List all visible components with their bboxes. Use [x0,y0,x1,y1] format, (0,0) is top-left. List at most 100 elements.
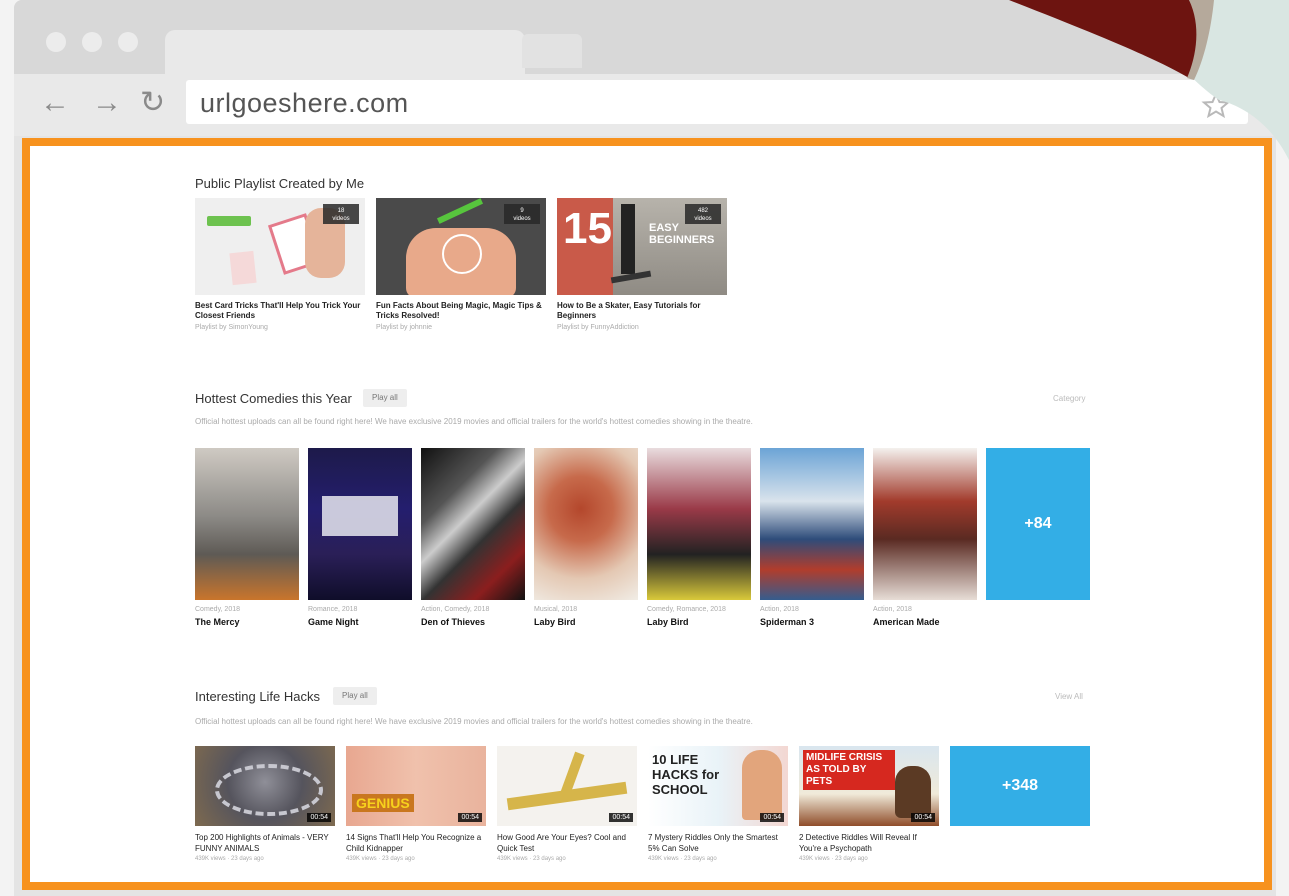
object-image [215,764,323,816]
maximize-window-dot[interactable] [118,32,138,52]
green-arrow-icon [436,198,484,224]
playlist-thumbnail[interactable]: 18 videos [195,198,365,295]
movie-card[interactable]: Musical, 2018 Laby Bird [534,448,638,627]
url-text[interactable]: urlgoeshere.com [200,86,409,120]
playlist-title[interactable]: How to Be a Skater, Easy Tutorials for B… [557,301,727,321]
play-all-button[interactable]: Play all [363,389,407,407]
playlist-author: Playlist by johnnie [376,324,433,331]
movie-poster[interactable] [534,448,638,600]
page-curl-decoration [1009,0,1289,160]
movie-poster[interactable] [760,448,864,600]
video-duration: 00:54 [911,813,935,822]
video-meta: 439K views · 23 days ago [497,856,566,862]
movie-card[interactable]: Action, Comedy, 2018 Den of Thieves [421,448,525,627]
playlist-thumbnail[interactable]: 15 EASY BEGINNERS 482 videos [557,198,727,295]
skater-image [621,204,635,274]
comedies-right-link[interactable]: Category [1053,394,1085,403]
video-meta: 439K views · 23 days ago [195,856,264,862]
movie-card[interactable]: Comedy, Romance, 2018 Laby Bird [647,448,751,627]
video-duration: 00:54 [760,813,784,822]
video-meta: 439K views · 23 days ago [648,856,717,862]
thumbnail-overlay-text: GENIUS [352,794,414,812]
circle-overlay [442,234,482,274]
green-tag [207,216,251,226]
movie-title[interactable]: Spiderman 3 [760,617,864,627]
back-arrow-icon[interactable]: ← [40,86,70,120]
playlist-thumbnail[interactable]: 9 videos [376,198,546,295]
active-tab[interactable] [165,30,525,74]
playlist-card[interactable]: 18 videos Best Card Tricks That'll Help Y… [195,198,365,331]
person-image [742,750,782,820]
hacks-section-title: Interesting Life Hacks [195,689,321,704]
movie-poster[interactable] [873,448,977,600]
hacks-right-link[interactable]: View All [1055,692,1083,701]
movie-card[interactable]: Action, 2018 Spiderman 3 [760,448,864,627]
overlay-number: 15 [563,204,612,253]
movie-title[interactable]: The Mercy [195,617,299,627]
movie-genre: Action, 2018 [873,606,912,613]
video-title[interactable]: 7 Mystery Riddles Only the Smartest 5% C… [648,832,788,854]
video-duration: 00:54 [609,813,633,822]
comedies-description: Official hottest uploads can all be foun… [195,417,753,426]
video-duration: 00:54 [458,813,482,822]
movie-title[interactable]: Den of Thieves [421,617,525,627]
close-window-dot[interactable] [46,32,66,52]
highlighted-content-frame: Public Playlist Created by Me 18 videos B… [22,138,1272,890]
more-movies-tile[interactable]: +84 [986,448,1090,600]
movie-genre: Action, 2018 [760,606,799,613]
playlist-card[interactable]: 15 EASY BEGINNERS 482 videos How to Be a … [557,198,727,331]
forward-arrow-icon[interactable]: → [92,86,122,120]
movie-card[interactable]: Romance, 2018 Game Night [308,448,412,627]
overlay-text: EASY BEGINNERS [649,222,715,246]
video-title[interactable]: Top 200 Highlights of Animals - VERY FUN… [195,832,335,854]
play-all-button[interactable]: Play all [333,687,377,705]
movie-genre: Romance, 2018 [308,606,358,613]
thumbnail-overlay-text: MIDLIFE CRISIS AS TOLD BY PETS [803,750,895,790]
video-thumbnail[interactable]: MIDLIFE CRISIS AS TOLD BY PETS 00:54 [799,746,939,826]
video-card[interactable]: 00:54 How Good Are Your Eyes? Cool and Q… [497,746,637,862]
movie-poster[interactable] [421,448,525,600]
new-tab-button[interactable] [522,34,582,68]
poster-title-block [322,496,398,536]
comedies-section-title: Hottest Comedies this Year [195,391,352,406]
dog-image [895,766,931,818]
video-thumbnail[interactable]: 10 LIFE HACKS for SCHOOL 00:54 [648,746,788,826]
video-meta: 439K views · 23 days ago [799,856,868,862]
video-title[interactable]: 14 Signs That'll Help You Recognize a Ch… [346,832,486,854]
playlist-title[interactable]: Best Card Tricks That'll Help You Trick … [195,301,365,321]
movie-title[interactable]: Laby Bird [647,617,751,627]
video-thumbnail[interactable]: GENIUS 00:54 [346,746,486,826]
hacks-description: Official hottest uploads can all be foun… [195,717,753,726]
video-thumbnail[interactable]: 00:54 [195,746,335,826]
movie-card[interactable]: Action, 2018 American Made [873,448,977,627]
movie-genre: Comedy, 2018 [195,606,241,613]
playlist-author: Playlist by SimonYoung [195,324,268,331]
reload-icon[interactable]: ↻ [140,86,165,120]
minimize-window-dot[interactable] [82,32,102,52]
video-count-badge: 18 videos [323,204,359,224]
movie-title[interactable]: Game Night [308,617,412,627]
video-card[interactable]: 10 LIFE HACKS for SCHOOL 00:54 7 Mystery… [648,746,788,862]
video-count-badge: 9 videos [504,204,540,224]
video-card[interactable]: 00:54 Top 200 Highlights of Animals - VE… [195,746,335,862]
video-card[interactable]: MIDLIFE CRISIS AS TOLD BY PETS 00:54 2 D… [799,746,939,862]
movie-title[interactable]: American Made [873,617,977,627]
movie-card[interactable]: Comedy, 2018 The Mercy [195,448,299,627]
playlist-card[interactable]: 9 videos Fun Facts About Being Magic, Mag… [376,198,546,331]
playlist-title[interactable]: Fun Facts About Being Magic, Magic Tips … [376,301,546,321]
movie-title[interactable]: Laby Bird [534,617,638,627]
movie-genre: Action, Comedy, 2018 [421,606,490,613]
playlist-author: Playlist by FunnyAddiction [557,324,639,331]
movie-poster[interactable] [195,448,299,600]
video-title[interactable]: 2 Detective Riddles Will Reveal If You'r… [799,832,939,854]
video-card[interactable]: GENIUS 00:54 14 Signs That'll Help You R… [346,746,486,862]
video-meta: 439K views · 23 days ago [346,856,415,862]
movie-poster[interactable] [308,448,412,600]
video-title[interactable]: How Good Are Your Eyes? Cool and Quick T… [497,832,637,854]
more-videos-tile[interactable]: +348 [950,746,1090,826]
movie-genre: Comedy, Romance, 2018 [647,606,726,613]
playing-card-image [229,250,257,286]
movie-poster[interactable] [647,448,751,600]
video-thumbnail[interactable]: 00:54 [497,746,637,826]
playlists-section-title: Public Playlist Created by Me [195,176,365,191]
